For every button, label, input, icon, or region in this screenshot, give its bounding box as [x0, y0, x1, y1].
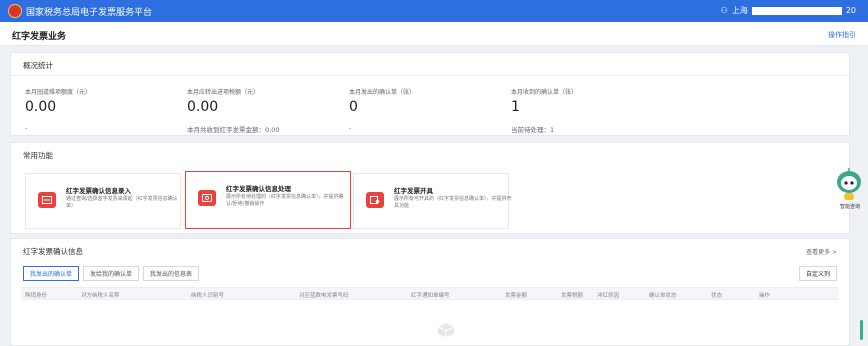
custom-columns-button[interactable]: 自定义列 — [798, 266, 837, 281]
user-icon: ⚇ — [720, 6, 728, 15]
column-header: 纳税人识别号 — [191, 293, 225, 299]
user-name-suffix: 20 — [845, 6, 856, 15]
tax-emblem-logo — [8, 4, 22, 18]
view-more-link[interactable]: 查看更多 > — [806, 247, 837, 256]
column-header: 对方纳税人名称 — [81, 293, 120, 299]
functions-card: 常用功能 红字发票确认信息录入 通过查询/选择蓝字发票来录起（红字发票信息确认单… — [10, 142, 850, 234]
column-header: 对应蓝数电发票号码 — [299, 293, 349, 299]
overview-title: 概况统计 — [23, 61, 53, 70]
stat-item: 本月应转出进项税额（元） 0.00 本月共收到红字发票金额：0.00 — [187, 87, 279, 134]
stat-item: 本月发出的确认单（张） 0 - — [349, 87, 415, 132]
stat-value: 1 — [511, 99, 520, 115]
confirm-info-card: 红字发票确认信息 查看更多 > 我发出的确认单 发给我的确认单 我发出的信息表 … — [10, 238, 850, 346]
smart-assistant-widget[interactable]: 智能咨询 — [834, 168, 864, 212]
top-header: 国家税务总局电子发票服务平台 ⚇ 上海 20 — [0, 0, 868, 22]
page-title: 红字发票业务 — [12, 32, 67, 42]
form-entry-icon — [38, 192, 56, 208]
func-title: 红字发票确认信息处理 — [226, 185, 291, 193]
page-header: 红字发票业务 操作指引 — [0, 22, 868, 46]
func-card-input[interactable]: 红字发票确认信息录入 通过查询/选择蓝字发票来录起（红字发票信息确认单） — [25, 173, 181, 229]
column-header: 发票税额 — [561, 293, 584, 299]
divider — [11, 75, 849, 76]
stat-value: 0.00 — [187, 99, 219, 115]
stat-label: 本月收到的确认单（张） — [511, 89, 578, 96]
stat-foot: - — [25, 124, 28, 132]
tab-sent-confirm[interactable]: 我发出的确认单 — [23, 266, 80, 281]
column-header: 购销身份 — [25, 293, 48, 299]
scroll-indicator[interactable] — [860, 320, 863, 340]
overview-card: 概况统计 本月园道维项额度（元） 0.00 - 本月应转出进项税额（元） 0.0… — [10, 52, 850, 136]
app-title: 国家税务总局电子发票服务平台 — [26, 8, 153, 18]
func-desc: 通过查询/选择蓝字发票来录起（红字发票信息确认单） — [66, 196, 178, 209]
column-header: 红字通知单编号 — [411, 293, 450, 299]
func-card-issue[interactable]: 红字发票开具 展示所有可开具的（红字发票信息确认单），并提供开具功能 — [353, 173, 512, 229]
column-header: 发票金额 — [505, 293, 528, 299]
stat-item: 本月园道维项额度（元） 0.00 - — [25, 87, 91, 132]
func-title: 红字发票开具 — [394, 187, 433, 195]
column-header: 操作 — [759, 293, 771, 299]
confirm-info-title: 红字发票确认信息 — [23, 247, 83, 256]
assistant-label: 智能咨询 — [839, 204, 860, 210]
stat-value: 0 — [349, 99, 358, 115]
func-desc: 展示所有待处理的（红字发票信息确认单），并提供确认/拒绝/撤销操作 — [226, 194, 344, 207]
stat-foot: 当前待处理：1 — [511, 126, 555, 134]
empty-box-icon — [437, 322, 455, 338]
func-card-process[interactable]: 红字发票确认信息处理 展示所有待处理的（红字发票信息确认单），并提供确认/拒绝/… — [185, 171, 351, 229]
guide-link[interactable]: 操作指引 — [828, 30, 856, 40]
stat-label: 本月应转出进项税额（元） — [187, 89, 260, 96]
functions-title: 常用功能 — [23, 151, 53, 160]
func-title: 红字发票确认信息录入 — [66, 187, 131, 195]
confirm-tabs: 我发出的确认单 发给我的确认单 我发出的信息表 — [23, 266, 200, 281]
column-header: 状态 — [711, 293, 723, 299]
stat-value: 0.00 — [25, 99, 57, 115]
user-name-prefix: 上海 — [731, 6, 748, 15]
column-header: 确认单状态 — [649, 293, 677, 299]
invoice-issue-icon — [366, 192, 384, 208]
stat-label: 本月园道维项额度（元） — [25, 89, 92, 96]
stat-foot: 本月共收到红字发票金额：0.00 — [187, 126, 280, 134]
table-header: 购销身份 对方纳税人名称 纳税人识别号 对应蓝数电发票号码 红字通知单编号 发票… — [21, 287, 839, 300]
tab-received-confirm[interactable]: 发给我的确认单 — [83, 266, 140, 281]
stat-item: 本月收到的确认单（张） 1 当前待处理：1 — [511, 87, 577, 134]
stat-label: 本月发出的确认单（张） — [349, 89, 416, 96]
user-name-redacted — [751, 6, 842, 15]
user-menu[interactable]: ⚇ 上海 20 — [721, 5, 856, 16]
tab-sent-info[interactable]: 我发出的信息表 — [143, 266, 200, 281]
stat-foot: - — [349, 124, 352, 132]
robot-icon — [837, 168, 861, 200]
func-desc: 展示所有可开具的（红字发票信息确认单），并提供开具功能 — [394, 196, 512, 209]
document-process-icon — [198, 190, 216, 206]
column-header: 冲红原因 — [597, 293, 620, 299]
